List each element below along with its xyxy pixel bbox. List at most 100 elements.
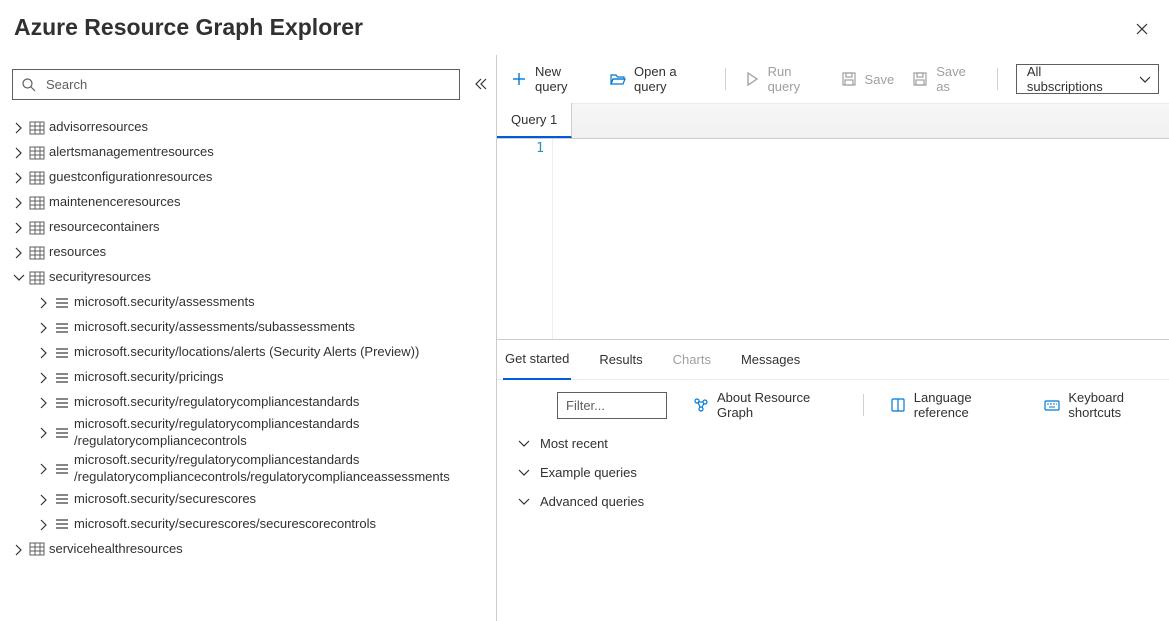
tab-results[interactable]: Results xyxy=(597,340,644,380)
filter-input[interactable] xyxy=(557,392,667,419)
tab-label: Get started xyxy=(505,351,569,366)
chevron-right-icon xyxy=(12,146,25,159)
search-box[interactable] xyxy=(12,69,460,100)
chevron-right-icon xyxy=(37,493,50,506)
list-icon xyxy=(54,370,70,386)
schema-tree[interactable]: advisorresources alertsmanagementresource… xyxy=(12,115,496,621)
separator xyxy=(863,394,864,416)
section-most-recent[interactable]: Most recent xyxy=(517,436,1169,451)
table-icon xyxy=(29,120,45,136)
tab-label: Messages xyxy=(741,352,800,367)
tree-item-label: microsoft.security/assessments xyxy=(74,294,255,311)
folder-open-icon xyxy=(610,71,626,87)
about-resource-graph-link[interactable]: About Resource Graph xyxy=(693,390,837,420)
list-icon xyxy=(54,295,70,311)
chevron-right-icon xyxy=(12,246,25,259)
tree-item[interactable]: microsoft.security/securescores/securesc… xyxy=(12,512,496,537)
language-reference-link[interactable]: Language reference xyxy=(890,390,1019,420)
button-label: Save as xyxy=(936,64,979,94)
tree-item-label: advisorresources xyxy=(49,119,148,136)
link-label: Keyboard shortcuts xyxy=(1068,390,1169,420)
tab-messages[interactable]: Messages xyxy=(739,340,802,380)
section-advanced-queries[interactable]: Advanced queries xyxy=(517,494,1169,509)
tree-item-label: maintenenceresources xyxy=(49,194,181,211)
tree-item[interactable]: microsoft.security/regulatorycompliances… xyxy=(12,415,496,451)
tab-charts: Charts xyxy=(671,340,713,380)
list-icon xyxy=(54,395,70,411)
close-button[interactable] xyxy=(1127,14,1155,42)
keyboard-shortcuts-link[interactable]: Keyboard shortcuts xyxy=(1044,390,1169,420)
tree-item[interactable]: maintenenceresources xyxy=(12,190,496,215)
table-icon xyxy=(29,220,45,236)
list-icon xyxy=(54,425,70,441)
list-icon xyxy=(54,345,70,361)
chevron-down-icon xyxy=(517,466,530,479)
save-icon xyxy=(912,71,928,87)
tree-item[interactable]: guestconfigurationresources xyxy=(12,165,496,190)
get-started-panel: About Resource Graph Language reference … xyxy=(497,380,1169,509)
collapse-panel-button[interactable] xyxy=(470,69,490,100)
tree-item[interactable]: alertsmanagementresources xyxy=(12,140,496,165)
book-icon xyxy=(890,397,906,413)
table-icon xyxy=(29,145,45,161)
list-icon xyxy=(54,491,70,507)
chevron-down-icon xyxy=(12,271,25,284)
link-label: Language reference xyxy=(914,390,1019,420)
save-button[interactable]: Save xyxy=(841,71,895,87)
run-query-button[interactable]: Run query xyxy=(744,64,823,94)
tree-item[interactable]: servicehealthresources xyxy=(12,537,496,562)
chevron-right-icon xyxy=(12,221,25,234)
page-title: Azure Resource Graph Explorer xyxy=(14,14,363,41)
plus-icon xyxy=(511,71,527,87)
save-as-button[interactable]: Save as xyxy=(912,64,979,94)
tab-label: Charts xyxy=(673,352,711,367)
chevron-right-icon xyxy=(37,396,50,409)
toolbar-separator xyxy=(997,68,998,90)
query-panel: New query Open a query Run query Save Sa… xyxy=(497,55,1169,621)
tree-item-label: servicehealthresources xyxy=(49,541,183,558)
tree-item[interactable]: microsoft.security/locations/alerts (Sec… xyxy=(12,340,496,365)
subscription-scope-dropdown[interactable]: All subscriptions xyxy=(1016,64,1159,94)
section-example-queries[interactable]: Example queries xyxy=(517,465,1169,480)
tree-item[interactable]: microsoft.security/assessments xyxy=(12,290,496,315)
chevron-right-icon xyxy=(12,171,25,184)
section-label: Example queries xyxy=(540,465,637,480)
tab-get-started[interactable]: Get started xyxy=(503,340,571,380)
tree-item-securityresources[interactable]: securityresources xyxy=(12,265,496,290)
chevron-down-icon xyxy=(1138,73,1150,86)
chevron-right-icon xyxy=(12,121,25,134)
tree-item[interactable]: microsoft.security/securescores xyxy=(12,487,496,512)
tree-item[interactable]: microsoft.security/regulatorycompliances… xyxy=(12,390,496,415)
tree-item[interactable]: microsoft.security/assessments/subassess… xyxy=(12,315,496,340)
search-icon xyxy=(21,77,36,92)
dropdown-label: All subscriptions xyxy=(1027,64,1114,94)
tree-item-label: alertsmanagementresources xyxy=(49,144,214,161)
tree-item-label: securityresources xyxy=(49,269,151,286)
tree-item-label: microsoft.security/securescores/securesc… xyxy=(74,516,376,533)
button-label: New query xyxy=(535,64,592,94)
editor-content[interactable] xyxy=(553,139,1169,339)
search-input[interactable] xyxy=(44,76,451,93)
tree-item[interactable]: microsoft.security/regulatorycompliances… xyxy=(12,451,496,487)
chevron-right-icon xyxy=(37,346,50,359)
button-label: Run query xyxy=(768,64,823,94)
button-label: Open a query xyxy=(634,64,707,94)
tree-item-label: guestconfigurationresources xyxy=(49,169,212,186)
open-query-button[interactable]: Open a query xyxy=(610,64,707,94)
tree-item[interactable]: resources xyxy=(12,240,496,265)
tree-item[interactable]: microsoft.security/pricings xyxy=(12,365,496,390)
line-number: 1 xyxy=(497,141,544,156)
tree-item[interactable]: advisorresources xyxy=(12,115,496,140)
new-query-button[interactable]: New query xyxy=(511,64,592,94)
list-icon xyxy=(54,461,70,477)
query-tab-bar: Query 1 xyxy=(497,104,1169,139)
table-icon xyxy=(29,270,45,286)
chevron-right-icon xyxy=(37,321,50,334)
tree-item[interactable]: resourcecontainers xyxy=(12,215,496,240)
tree-item-label: microsoft.security/regulatorycompliances… xyxy=(74,416,496,450)
query-editor[interactable]: 1 xyxy=(497,139,1169,339)
tree-item-label: microsoft.security/regulatorycompliances… xyxy=(74,452,496,486)
chevron-right-icon xyxy=(37,462,50,475)
tree-item-label: resources xyxy=(49,244,106,261)
query-tab-1[interactable]: Query 1 xyxy=(497,103,572,138)
